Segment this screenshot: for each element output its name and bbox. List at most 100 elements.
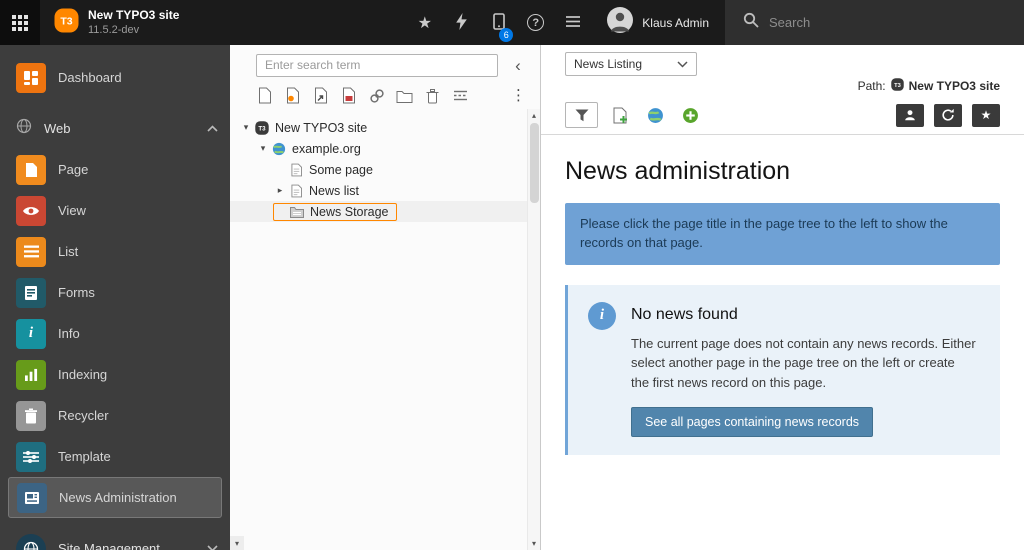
bookmark-button[interactable]: ★ (972, 104, 1000, 127)
scroll-down-icon: ▾ (235, 539, 239, 548)
sidebar-item-info[interactable]: i Info (0, 313, 230, 354)
collapse-pagetree-button[interactable]: ‹ (504, 53, 532, 77)
sidebar-item-label: Indexing (58, 367, 107, 382)
typo3-site-icon: T3 (891, 78, 904, 94)
sidebar-item-template[interactable]: Template (0, 436, 230, 477)
tree-node-new-typo3-site[interactable]: ▾ T3 New TYPO3 site (230, 117, 527, 138)
dashboard-icon (16, 63, 46, 93)
scrollbar-thumb[interactable] (530, 123, 539, 203)
info-module-icon: i (16, 319, 46, 349)
content-area: News Listing Path: T3 New TYPO3 site (541, 45, 1024, 550)
tree-node-label[interactable]: News list (305, 183, 363, 199)
backend-section-drag-handle[interactable] (284, 87, 301, 104)
site-title: New TYPO3 site (88, 8, 179, 24)
bookmarks-button[interactable]: ★ (406, 0, 443, 45)
docheader-right-buttons: ★ (896, 104, 1000, 127)
sidebar-item-news-administration[interactable]: News Administration (8, 477, 222, 518)
help-icon: ? (527, 14, 544, 31)
topbar-spacer (193, 0, 406, 45)
add-button[interactable] (677, 102, 703, 128)
sidebar-item-page[interactable]: Page (0, 149, 230, 190)
chevron-right-icon[interactable]: ▸ (273, 185, 287, 196)
link-icon (369, 88, 385, 104)
star-icon: ★ (418, 13, 432, 33)
site-brand[interactable]: T3 New TYPO3 site 11.5.2-dev (40, 0, 193, 45)
info-message: Please click the page title in the page … (565, 203, 1000, 265)
tree-node-news-storage[interactable]: News Storage (230, 201, 527, 222)
chevron-down-icon[interactable]: ▾ (256, 143, 270, 154)
callout-body: No news found The current page does not … (631, 302, 976, 438)
help-button[interactable]: ? (517, 0, 554, 45)
scroll-up-icon[interactable]: ▴ (528, 109, 540, 122)
search-input[interactable] (769, 15, 979, 30)
reload-button[interactable] (934, 104, 962, 127)
breadcrumb: Path: T3 New TYPO3 site (858, 78, 1000, 94)
chevron-up-icon (207, 125, 218, 132)
folder-drag-handle[interactable] (396, 87, 413, 104)
sidebar-item-indexing[interactable]: Indexing (0, 354, 230, 395)
bolt-icon (455, 13, 468, 33)
trash-icon (425, 88, 440, 104)
clear-cache-button[interactable] (443, 0, 480, 45)
chevron-down-icon[interactable]: ▾ (239, 122, 253, 133)
sidebar-item-forms[interactable]: Forms (0, 272, 230, 313)
sidebar-item-view[interactable]: View (0, 190, 230, 231)
sidebar-item-dashboard[interactable]: Dashboard (0, 57, 230, 98)
tree-node-label[interactable]: News Storage (306, 204, 393, 220)
localization-button[interactable] (642, 102, 668, 128)
star-icon: ★ (981, 108, 992, 122)
site-version: 11.5.2-dev (88, 23, 179, 37)
sidebar-item-label: Page (58, 162, 88, 177)
user-permissions-button[interactable] (896, 104, 924, 127)
new-record-icon (612, 107, 629, 124)
page-icon (287, 184, 305, 198)
tree-toolbar: ⋮ (230, 81, 540, 112)
see-all-pages-button[interactable]: See all pages containing news records (631, 407, 873, 437)
tree-search-input[interactable] (256, 54, 498, 77)
svg-text:T3: T3 (258, 125, 266, 132)
tree-node-some-page[interactable]: Some page (230, 159, 527, 180)
tree-scrollbar[interactable]: ▴ ▾ (527, 109, 540, 550)
new-page-drag-handle[interactable] (256, 87, 273, 104)
typo3-site-icon: T3 (253, 121, 271, 135)
new-record-button[interactable] (607, 102, 633, 128)
tree-node-news-list[interactable]: ▸ News list (230, 180, 527, 201)
sidebar-section-label: Web (44, 121, 71, 136)
tree-node-label[interactable]: Some page (305, 162, 377, 178)
recycler-drag-handle[interactable] (424, 87, 441, 104)
tree-node-label[interactable]: New TYPO3 site (271, 120, 371, 136)
scroll-down-icon[interactable]: ▾ (528, 537, 540, 550)
module-menu-scroll-down[interactable]: ▾ (230, 536, 244, 550)
avatar (607, 7, 633, 38)
module-body: News administration Please click the pag… (541, 135, 1024, 477)
sidebar-section-web[interactable]: Web (0, 108, 230, 149)
mountpoint-page-icon (341, 87, 356, 104)
backend-section-page-icon (285, 87, 300, 104)
select-value: News Listing (574, 57, 642, 71)
funnel-icon (575, 109, 589, 122)
sidebar-item-recycler[interactable]: Recycler (0, 395, 230, 436)
external-link-drag-handle[interactable] (368, 87, 385, 104)
menu-separator-drag-handle[interactable] (452, 87, 469, 104)
sidebar-section-label: Site Management (58, 541, 160, 550)
tree-node-label[interactable]: example.org (288, 141, 365, 157)
global-search (725, 0, 1024, 45)
user-menu[interactable]: Klaus Admin (591, 0, 725, 45)
user-icon (903, 108, 917, 122)
tree-more-menu-button[interactable]: ⋮ (511, 88, 526, 103)
system-information-button[interactable] (554, 0, 591, 45)
docheader: News Listing Path: T3 New TYPO3 site (541, 45, 1024, 135)
tree-node-example-org[interactable]: ▾ example.org (230, 138, 527, 159)
sidebar-section-site-management[interactable]: Site Management (0, 528, 230, 550)
chevron-down-icon (677, 57, 688, 71)
sidebar-item-list[interactable]: List (0, 231, 230, 272)
workspace-preview-button[interactable]: 6 (480, 0, 517, 45)
module-menu-toggle-button[interactable] (0, 0, 40, 45)
shortcut-page-drag-handle[interactable] (312, 87, 329, 104)
globe-icon (647, 107, 664, 124)
news-view-select[interactable]: News Listing (565, 52, 697, 76)
notification-badge: 6 (499, 28, 513, 42)
mountpoint-page-drag-handle[interactable] (340, 87, 357, 104)
filter-button[interactable] (565, 102, 598, 128)
callout-title: No news found (631, 306, 976, 324)
